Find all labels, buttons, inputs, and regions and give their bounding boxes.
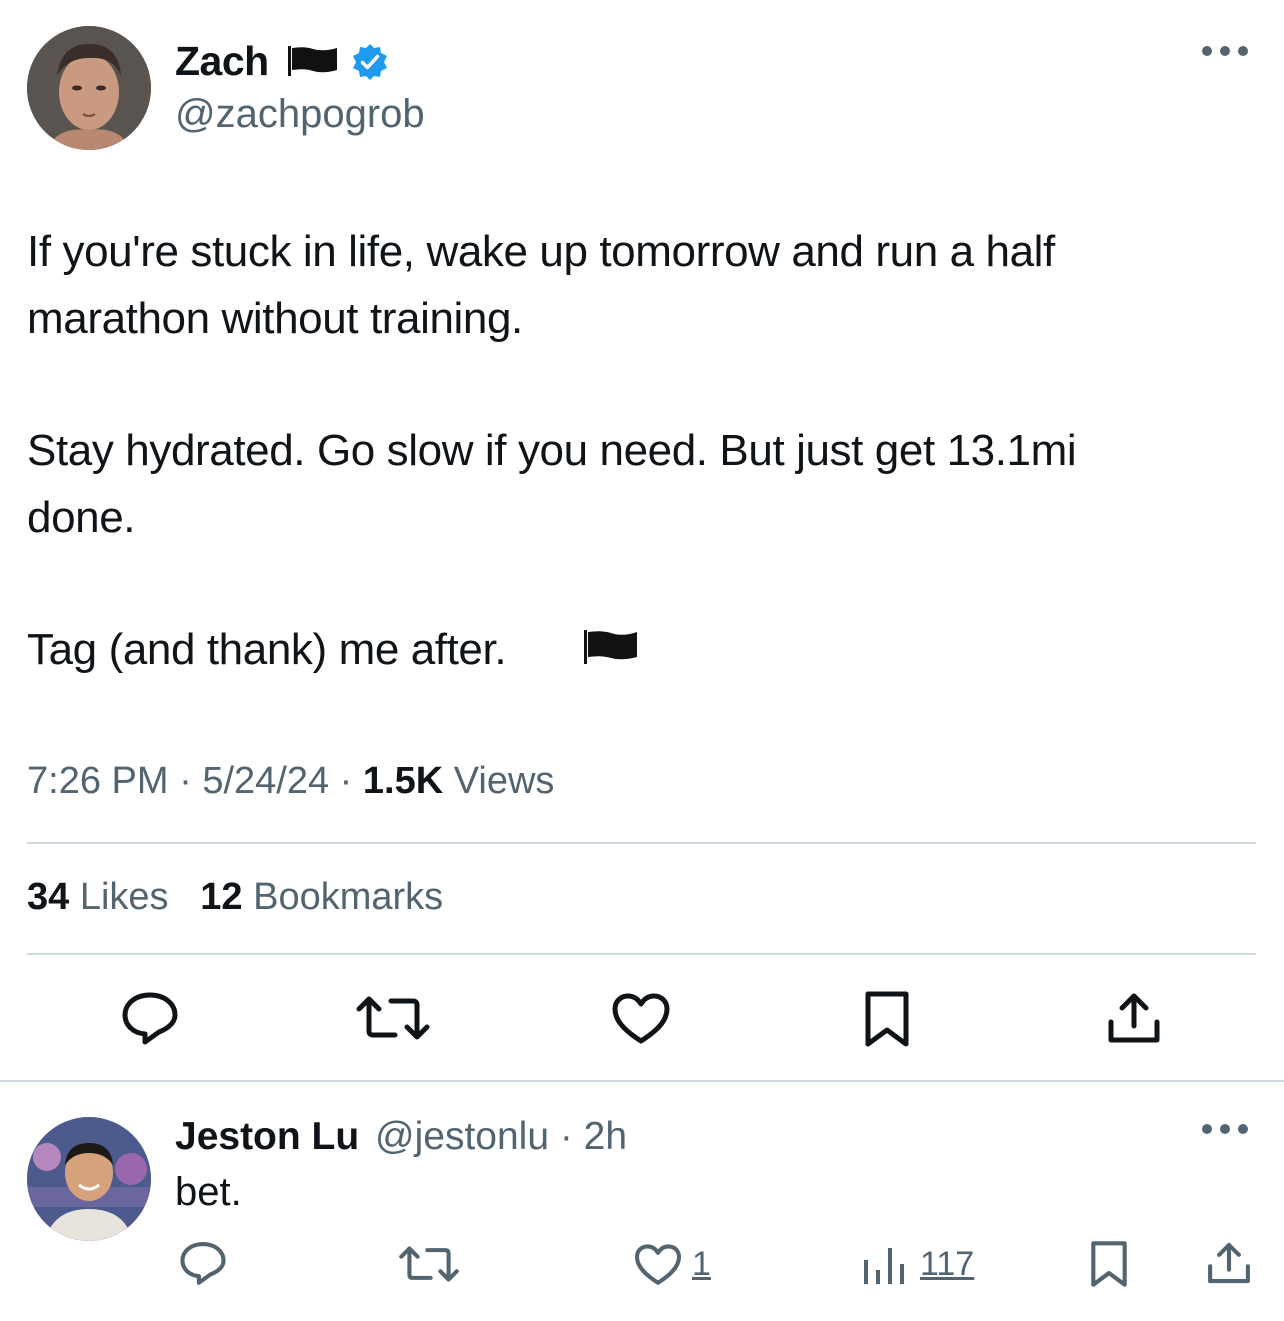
divider (27, 842, 1256, 844)
black-flag-icon (287, 46, 339, 81)
tweet-date[interactable]: 5/24/24 (202, 760, 329, 802)
views-count: 1.5K (362, 760, 444, 802)
bookmarks-stat[interactable]: 12 Bookmarks (200, 876, 443, 918)
bookmarks-label: Bookmarks (253, 876, 444, 918)
likes-stat[interactable]: 34 Likes (27, 876, 169, 918)
reply-icon[interactable] (178, 1240, 228, 1291)
more-options-icon[interactable] (1200, 1122, 1250, 1141)
tweet-text-line: Tag (and thank) me after. (27, 625, 507, 674)
reply-views-count[interactable]: 117 (920, 1245, 974, 1284)
bookmark-icon[interactable] (1090, 1240, 1128, 1293)
author-avatar[interactable] (27, 26, 151, 150)
like-icon[interactable] (634, 1244, 682, 1291)
tweet-text-line: done. (27, 493, 136, 542)
views-chart-icon[interactable] (862, 1246, 908, 1291)
bookmarks-count: 12 (200, 876, 243, 918)
more-options-icon[interactable] (1200, 44, 1250, 63)
tweet-time[interactable]: 7:26 PM (27, 760, 169, 802)
divider (0, 1080, 1284, 1082)
author-name[interactable]: Zach (175, 38, 269, 85)
separator: · (179, 760, 192, 802)
bookmark-icon[interactable] (864, 990, 910, 1053)
tweet-text-line: Stay hydrated. Go slow if you need. But … (27, 426, 1077, 475)
share-icon[interactable] (1206, 1240, 1252, 1291)
reply-author-avatar[interactable] (27, 1117, 151, 1241)
reply-author-handle[interactable]: @jestonlu · 2h (375, 1115, 627, 1159)
reply-icon[interactable] (120, 990, 180, 1051)
retweet-icon[interactable] (355, 995, 431, 1046)
reply-like-count[interactable]: 1 (692, 1245, 711, 1284)
reply-author-name[interactable]: Jeston Lu (175, 1115, 359, 1159)
engagement-stats: 34 Likes 12 Bookmarks (27, 876, 443, 919)
reply-text: bet. (175, 1170, 242, 1214)
retweet-icon[interactable] (398, 1245, 460, 1288)
tweet-text-line: If you're stuck in life, wake up tomorro… (27, 227, 1055, 276)
divider (27, 953, 1256, 955)
views-label: Views (453, 760, 555, 802)
like-icon[interactable] (612, 993, 670, 1050)
likes-label: Likes (79, 876, 169, 918)
tweet-metadata: 7:26 PM · 5/24/24 · 1.5K Views (27, 760, 554, 803)
likes-count: 34 (27, 876, 70, 918)
separator: · (339, 760, 353, 802)
tweet-text-line: marathon without training. (27, 294, 523, 343)
share-icon[interactable] (1106, 990, 1162, 1051)
verified-badge-icon (350, 42, 390, 82)
author-handle[interactable]: @zachpogrob (175, 92, 425, 137)
black-flag-icon (583, 630, 639, 669)
